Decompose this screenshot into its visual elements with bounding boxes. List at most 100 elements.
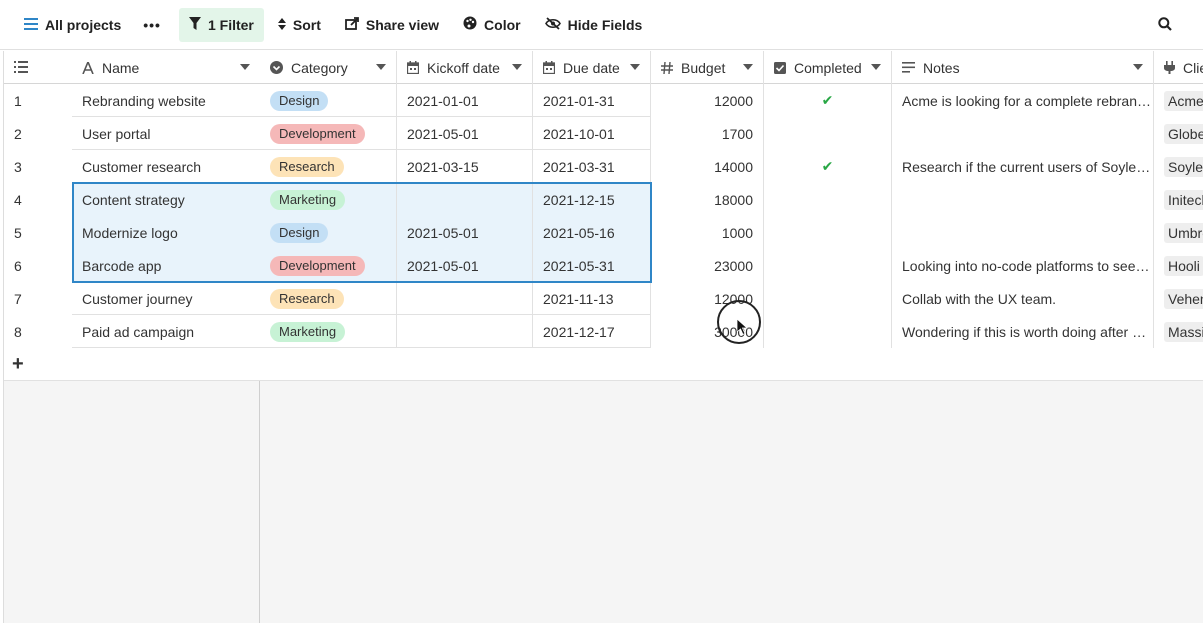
chevron-down-icon[interactable] xyxy=(871,64,881,70)
cell-kickoff-date[interactable] xyxy=(397,183,533,216)
cell-completed[interactable] xyxy=(764,282,892,315)
cell-category[interactable]: Research xyxy=(260,282,397,315)
table-row[interactable]: 4 Content strategy xyxy=(4,183,260,216)
table-row[interactable]: Research 2021-03-15 2021-03-31 14000 ✔ Resear… xyxy=(260,150,1203,183)
cell-category[interactable]: Development xyxy=(260,249,397,282)
color-button[interactable]: Color xyxy=(453,8,531,42)
hide-fields-button[interactable]: Hide Fields xyxy=(535,8,653,42)
table-row[interactable]: Development 2021-05-01 2021-05-31 23000 Look… xyxy=(260,249,1203,282)
cell-client[interactable]: Umbre xyxy=(1154,216,1203,249)
table-row[interactable]: 2 User portal xyxy=(4,117,260,150)
column-header-category[interactable]: Category xyxy=(260,51,397,84)
add-row-area[interactable] xyxy=(260,348,1203,381)
table-row[interactable]: 8 Paid ad campaign xyxy=(4,315,260,348)
table-row[interactable]: 1 Rebranding website xyxy=(4,84,260,117)
cell-budget[interactable]: 1000 xyxy=(651,216,764,249)
cell-kickoff-date[interactable]: 2021-05-01 xyxy=(397,216,533,249)
cell-client[interactable]: Hooli xyxy=(1154,249,1203,282)
table-row[interactable]: Design 2021-05-012021-05-161000 Umbre xyxy=(260,216,1203,249)
more-options-button[interactable]: ••• xyxy=(135,8,169,42)
column-header-notes[interactable]: Notes xyxy=(892,51,1154,84)
cell-due-date[interactable]: 2021-05-31 xyxy=(533,249,651,282)
cell-completed[interactable] xyxy=(764,183,892,216)
cell-budget[interactable]: 23000 xyxy=(651,249,764,282)
cell-budget[interactable]: 14000 xyxy=(651,150,764,183)
cell-budget[interactable]: 12000 xyxy=(651,282,764,315)
cell-notes[interactable]: Research if the current users of Soyle… xyxy=(892,150,1154,183)
column-header-client[interactable]: Clie xyxy=(1154,51,1203,84)
search-button[interactable] xyxy=(1152,8,1185,42)
column-header-due[interactable]: Due date xyxy=(533,51,651,84)
cell-name[interactable]: Rebranding website xyxy=(72,84,260,117)
cell-notes[interactable]: Wondering if this is worth doing after … xyxy=(892,315,1154,348)
table-row[interactable]: 3 Customer research xyxy=(4,150,260,183)
cell-category[interactable]: Marketing xyxy=(260,315,397,348)
cell-due-date[interactable]: 2021-12-15 xyxy=(533,183,651,216)
filter-button[interactable]: 1 Filter xyxy=(178,7,264,42)
cell-client[interactable]: Soyler xyxy=(1154,150,1203,183)
table-row[interactable]: 7 Customer journey xyxy=(4,282,260,315)
cell-kickoff-date[interactable]: 2021-03-15 xyxy=(397,150,533,183)
chevron-down-icon[interactable] xyxy=(743,64,753,70)
column-header-completed[interactable]: Completed xyxy=(764,51,892,84)
table-row[interactable]: Research 2021-11-13 12000 Collab with the U… xyxy=(260,282,1203,315)
cell-budget[interactable]: 18000 xyxy=(651,183,764,216)
cell-name[interactable]: User portal xyxy=(72,117,260,150)
chevron-down-icon[interactable] xyxy=(1133,64,1143,70)
chevron-down-icon[interactable] xyxy=(376,64,386,70)
share-view-button[interactable]: Share view xyxy=(335,8,449,42)
cell-category[interactable]: Development xyxy=(260,117,397,150)
cell-name[interactable]: Content strategy xyxy=(72,183,260,216)
cell-name[interactable]: Customer journey xyxy=(72,282,260,315)
table-row[interactable]: Development 2021-05-01 2021-10-01 1700 Globe xyxy=(260,117,1203,150)
row-number-header[interactable] xyxy=(4,51,72,84)
cell-name[interactable]: Customer research xyxy=(72,150,260,183)
table-row[interactable]: Marketing 2021-12-1518000 Initech xyxy=(260,183,1203,216)
cell-client[interactable]: Acme xyxy=(1154,84,1203,117)
cell-category[interactable]: Design xyxy=(260,216,397,249)
cell-notes[interactable] xyxy=(892,216,1154,249)
chevron-down-icon[interactable] xyxy=(630,64,640,70)
cell-completed[interactable]: ✔ xyxy=(764,84,892,117)
column-header-kickoff[interactable]: Kickoff date xyxy=(397,51,533,84)
cell-category[interactable]: Research xyxy=(260,150,397,183)
cell-category[interactable]: Design xyxy=(260,84,397,117)
cell-name[interactable]: Modernize logo xyxy=(72,216,260,249)
cell-notes[interactable]: Collab with the UX team. xyxy=(892,282,1154,315)
chevron-down-icon[interactable] xyxy=(512,64,522,70)
table-row[interactable]: 6 Barcode app xyxy=(4,249,260,282)
cell-completed[interactable] xyxy=(764,117,892,150)
cell-notes[interactable] xyxy=(892,117,1154,150)
cell-budget[interactable]: 12000 xyxy=(651,84,764,117)
cell-due-date[interactable]: 2021-11-13 xyxy=(533,282,651,315)
cell-due-date[interactable]: 2021-01-31 xyxy=(533,84,651,117)
cell-due-date[interactable]: 2021-12-17 xyxy=(533,315,651,348)
cell-client[interactable]: Globe xyxy=(1154,117,1203,150)
cell-name[interactable]: Paid ad campaign xyxy=(72,315,260,348)
cell-completed[interactable]: ✔ xyxy=(764,150,892,183)
table-row[interactable]: 5 Modernize logo xyxy=(4,216,260,249)
cell-kickoff-date[interactable] xyxy=(397,315,533,348)
cell-budget[interactable]: 30000 xyxy=(651,315,764,348)
column-header-budget[interactable]: Budget xyxy=(651,51,764,84)
chevron-down-icon[interactable] xyxy=(240,64,250,70)
column-header-name[interactable]: Name xyxy=(72,51,260,84)
table-row[interactable]: Marketing 2021-12-17 30000 Wondering if thi… xyxy=(260,315,1203,348)
cell-completed[interactable] xyxy=(764,216,892,249)
cell-due-date[interactable]: 2021-10-01 xyxy=(533,117,651,150)
cell-due-date[interactable]: 2021-03-31 xyxy=(533,150,651,183)
cell-notes[interactable]: Acme is looking for a complete rebran… xyxy=(892,84,1154,117)
cell-client[interactable]: Vehen xyxy=(1154,282,1203,315)
cell-kickoff-date[interactable]: 2021-05-01 xyxy=(397,249,533,282)
cell-notes[interactable] xyxy=(892,183,1154,216)
cell-category[interactable]: Marketing xyxy=(260,183,397,216)
table-row[interactable]: Design 2021-01-01 2021-01-31 12000 ✔ Acme is … xyxy=(260,84,1203,117)
cell-client[interactable]: Massiv xyxy=(1154,315,1203,348)
views-switcher[interactable]: All projects xyxy=(14,8,131,42)
cell-budget[interactable]: 1700 xyxy=(651,117,764,150)
cell-completed[interactable] xyxy=(764,315,892,348)
cell-kickoff-date[interactable]: 2021-01-01 xyxy=(397,84,533,117)
sort-button[interactable]: Sort xyxy=(268,8,331,42)
cell-notes[interactable]: Looking into no-code platforms to see… xyxy=(892,249,1154,282)
add-row-button[interactable]: + xyxy=(4,348,260,381)
